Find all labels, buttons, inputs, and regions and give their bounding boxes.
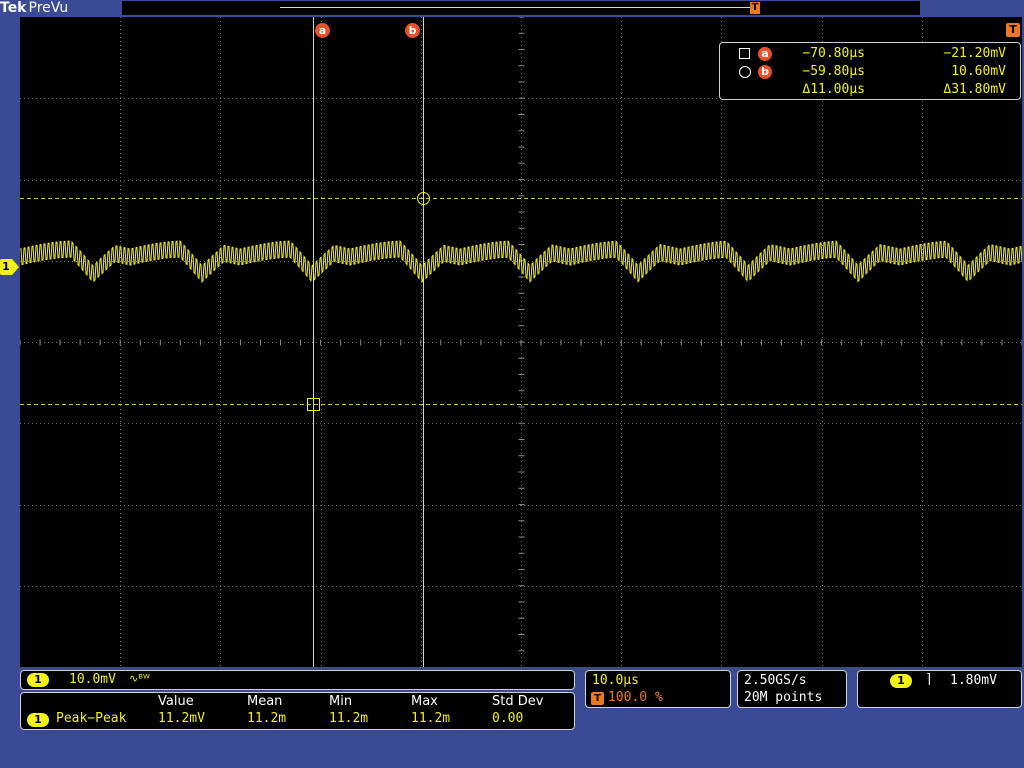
acquisition-mode-label: PreVu	[28, 0, 69, 16]
square-icon	[739, 48, 750, 59]
cursor-readout: a −70.80µs −21.20mV b −59.80µs 10.60mV Δ…	[719, 42, 1021, 100]
trigger-level: 1.80mV	[950, 673, 997, 688]
brand-logo: Tek PreVu	[0, 0, 68, 17]
cursor-b-value: 10.60mV	[951, 64, 1006, 79]
graticule-lines	[20, 17, 1022, 667]
measurement-header-mean: Mean	[247, 694, 283, 709]
channel-1-marker-label: 1	[0, 259, 12, 275]
trigger-position-icon[interactable]: T	[1006, 23, 1020, 37]
trigger-source-badge: 1	[890, 674, 912, 688]
acquisition-panel[interactable]: 2.50GS/s 20M points	[737, 670, 847, 708]
measurement-min: 11.2m	[329, 711, 369, 726]
measurement-std: 0.00	[492, 711, 524, 726]
cursor-a-badge: a	[758, 47, 772, 61]
measurement-panel[interactable]: Value Mean Min Max Std Dev 1 Peak−Peak 1…	[20, 692, 575, 730]
measurement-value: 11.2mV	[158, 711, 205, 726]
bandwidth-limit-icon: ∿ᴮᵂ	[129, 672, 150, 685]
measurement-max: 11.2m	[411, 711, 451, 726]
channel-1-trace	[20, 239, 1022, 284]
cursor-b-readout: b −59.80µs 10.60mV	[720, 63, 1020, 81]
cursor-delta-time: Δ11.00µs	[802, 82, 865, 97]
cursor-a-time: −70.80µs	[802, 46, 865, 61]
trigger-panel[interactable]: 1 ⌉ 1.80mV	[857, 670, 1022, 708]
graticule	[20, 17, 1022, 667]
measurement-mean: 11.2m	[247, 711, 287, 726]
record-window-track	[280, 7, 756, 8]
measurement-header-value: Value	[158, 694, 194, 709]
measurement-header-min: Min	[329, 694, 353, 709]
circle-icon	[739, 66, 751, 78]
horizontal-panel[interactable]: 10.0µs T 100.0 %	[585, 670, 731, 708]
top-bar: Tek PreVu T	[0, 0, 1024, 17]
timebase-scale: 10.0µs	[592, 673, 639, 688]
cursor-a-readout: a −70.80µs −21.20mV	[720, 45, 1020, 63]
cursor-a-value: −21.20mV	[943, 46, 1006, 61]
brand-name: Tek	[0, 0, 27, 16]
cursor-b-tag[interactable]: b	[405, 23, 420, 38]
cursor-delta-value: Δ31.80mV	[943, 82, 1006, 97]
channel-1-scale-panel[interactable]: 1 10.0mV ∿ᴮᵂ	[20, 670, 575, 690]
channel-1-ground-marker[interactable]: 1	[0, 259, 20, 275]
horizontal-position: 100.0 %	[608, 690, 663, 705]
falling-edge-icon: ⌉	[926, 672, 932, 687]
waveform-display[interactable]: a b T a −70.80µs −21.20mV b −59.80µs 10.…	[20, 17, 1022, 667]
marker-arrow-icon	[12, 259, 19, 275]
record-length: 20M points	[744, 690, 823, 705]
cursor-b-time: −59.80µs	[802, 64, 865, 79]
trigger-position-small-icon: T	[591, 692, 604, 705]
sample-rate: 2.50GS/s	[744, 673, 807, 688]
trigger-position-marker[interactable]: T	[750, 2, 760, 14]
cursor-a-tag[interactable]: a	[315, 23, 330, 38]
measurement-channel-badge: 1	[27, 713, 49, 727]
channel-1-scale: 10.0mV	[69, 672, 116, 687]
measurement-header-std: Std Dev	[492, 694, 544, 709]
measurement-name: Peak−Peak	[56, 711, 127, 726]
record-overview-bar[interactable]: T	[122, 1, 920, 15]
cursor-b-badge: b	[758, 65, 772, 79]
measurement-header-max: Max	[411, 694, 438, 709]
channel-1-badge: 1	[27, 673, 49, 687]
cursor-delta-readout: Δ11.00µs Δ31.80mV	[720, 81, 1020, 99]
